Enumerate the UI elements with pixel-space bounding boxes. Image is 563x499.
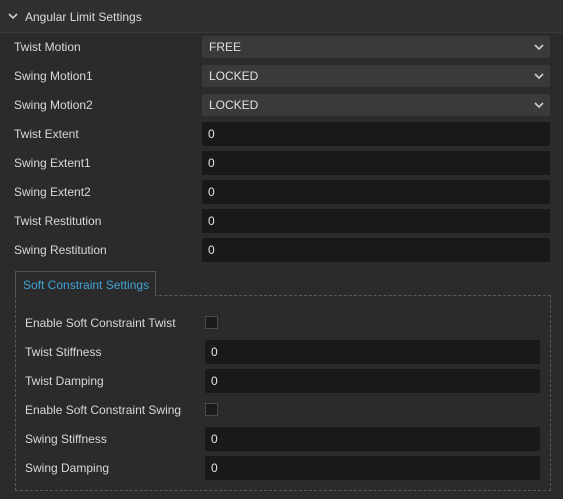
swing-stiffness-label: Swing Stiffness [25, 432, 107, 446]
swing-damping-input[interactable]: 0 [205, 456, 540, 480]
swing-extent1-input[interactable]: 0 [202, 151, 550, 175]
chevron-down-icon [534, 44, 544, 51]
swing-restitution-input[interactable]: 0 [202, 238, 550, 262]
swing-restitution-value: 0 [208, 243, 215, 257]
twist-motion-label: Twist Motion [14, 40, 81, 54]
twist-extent-label: Twist Extent [14, 127, 79, 141]
twist-motion-select[interactable]: FREE [202, 36, 550, 58]
swing-motion2-select[interactable]: LOCKED [202, 94, 550, 116]
swing-stiffness-input[interactable]: 0 [205, 427, 540, 451]
twist-damping-input[interactable]: 0 [205, 369, 540, 393]
enable-soft-swing-label: Enable Soft Constraint Swing [25, 403, 182, 417]
chevron-down-icon [534, 73, 544, 80]
swing-extent2-value: 0 [208, 185, 215, 199]
chevron-down-icon [8, 13, 18, 20]
swing-motion1-label: Swing Motion1 [14, 69, 93, 83]
tab-label: Soft Constraint Settings [23, 278, 150, 292]
section-title: Angular Limit Settings [25, 10, 142, 24]
swing-motion2-label: Swing Motion2 [14, 98, 93, 112]
swing-stiffness-value: 0 [211, 432, 218, 446]
tab-soft-constraint-settings[interactable]: Soft Constraint Settings [15, 271, 156, 296]
twist-stiffness-label: Twist Stiffness [25, 345, 102, 359]
twist-motion-value: FREE [209, 40, 242, 54]
twist-extent-input[interactable]: 0 [202, 122, 550, 146]
enable-soft-twist-label: Enable Soft Constraint Twist [25, 316, 176, 330]
chevron-down-icon [534, 102, 544, 109]
twist-restitution-label: Twist Restitution [14, 214, 102, 228]
swing-motion1-select[interactable]: LOCKED [202, 65, 550, 87]
swing-motion1-value: LOCKED [209, 69, 259, 83]
swing-extent1-value: 0 [208, 156, 215, 170]
enable-soft-swing-checkbox[interactable] [205, 403, 218, 416]
swing-motion2-value: LOCKED [209, 98, 259, 112]
swing-extent1-label: Swing Extent1 [14, 156, 91, 170]
twist-extent-value: 0 [208, 127, 215, 141]
twist-restitution-input[interactable]: 0 [202, 209, 550, 233]
swing-extent2-label: Swing Extent2 [14, 185, 91, 199]
twist-stiffness-input[interactable]: 0 [205, 340, 540, 364]
twist-stiffness-value: 0 [211, 345, 218, 359]
twist-damping-value: 0 [211, 374, 218, 388]
twist-restitution-value: 0 [208, 214, 215, 228]
twist-damping-label: Twist Damping [25, 374, 104, 388]
enable-soft-twist-checkbox[interactable] [205, 316, 218, 329]
swing-extent2-input[interactable]: 0 [202, 180, 550, 204]
swing-damping-value: 0 [211, 461, 218, 475]
swing-damping-label: Swing Damping [25, 461, 110, 475]
swing-restitution-label: Swing Restitution [14, 243, 107, 257]
section-header-angular-limit[interactable]: Angular Limit Settings [0, 0, 563, 33]
